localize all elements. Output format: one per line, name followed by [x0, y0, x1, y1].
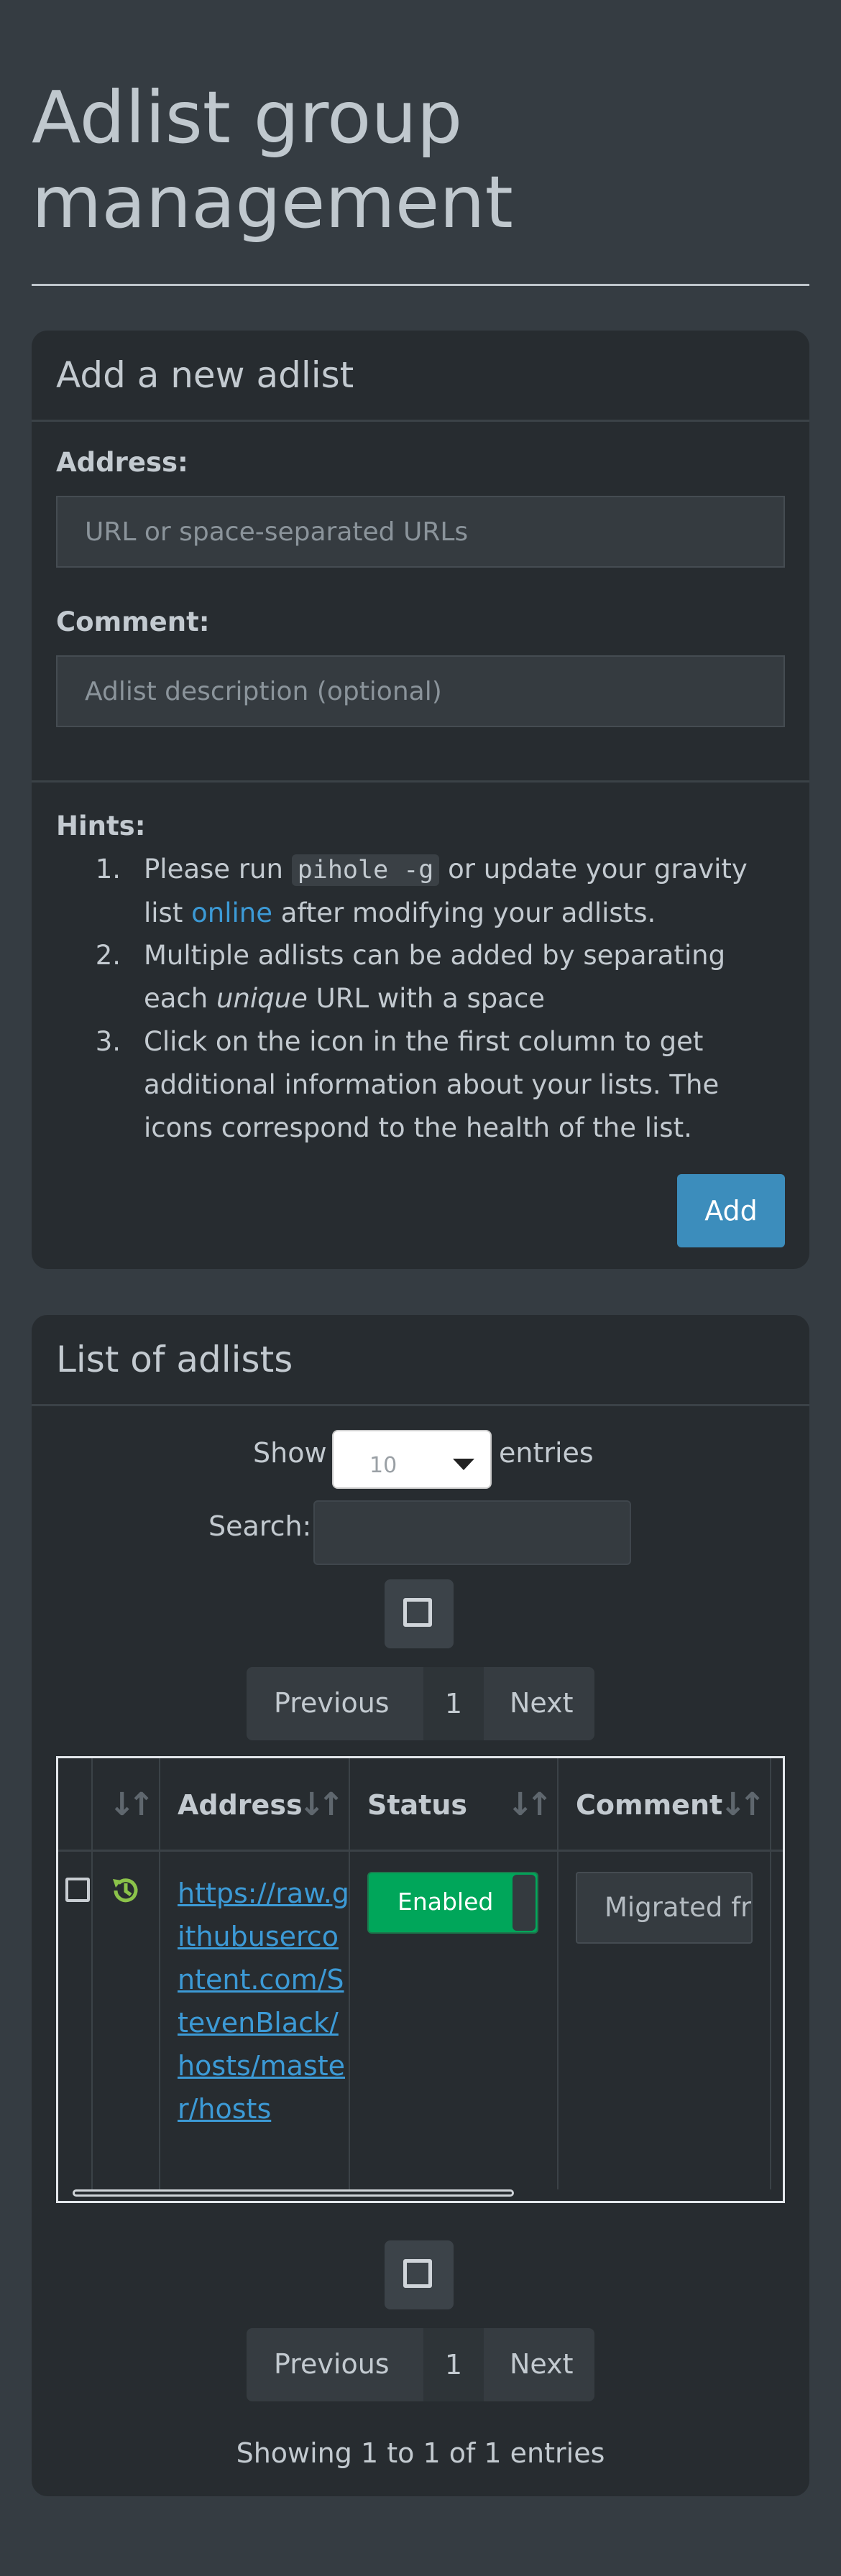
page-length-select[interactable]: 10: [332, 1430, 492, 1489]
page-title: Adlist group management: [32, 75, 513, 244]
add-adlist-title: Add a new adlist: [32, 331, 809, 422]
table-row-address-cell: https://raw.githubusercontent.com/Steven…: [160, 1852, 350, 2189]
address-input[interactable]: [56, 496, 785, 568]
chevron-down-icon: [453, 1459, 474, 1470]
checkbox-icon: [403, 2259, 432, 2288]
hint-emphasis: unique: [216, 983, 308, 1014]
form-divider: [32, 780, 809, 783]
select-all-button-bottom[interactable]: [385, 2240, 454, 2309]
search-label: Search:: [208, 1510, 312, 1542]
previous-page-button[interactable]: Previous: [274, 2348, 390, 2380]
toggle-knob: [513, 1875, 536, 1931]
hint-text: Multiple adlists can be added by separat…: [144, 934, 791, 1020]
next-page-button[interactable]: Next: [510, 1687, 574, 1719]
add-adlist-button[interactable]: Add: [677, 1174, 785, 1247]
hints-label: Hints:: [56, 811, 146, 841]
table-row-select-cell: [58, 1852, 93, 2189]
hint-code: pihole -g: [291, 854, 440, 886]
col-select-header: [58, 1758, 93, 1852]
pagination-bottom: Previous 1 Next: [247, 2328, 594, 2401]
hint-number: 1.: [95, 854, 121, 885]
search-input[interactable]: [313, 1500, 631, 1565]
col-extra-header: [771, 1758, 783, 1852]
page-length-value: 10: [369, 1453, 397, 1478]
col-health-header[interactable]: ↓↑: [93, 1758, 160, 1852]
horizontal-scrollbar[interactable]: [73, 2189, 514, 2197]
status-toggle[interactable]: Enabled: [367, 1872, 538, 1934]
hint-number: 2.: [95, 940, 121, 971]
adlist-table: ↓↑ Address ↓↑ Status ↓↑ Comment ↓↑ https…: [56, 1756, 785, 2203]
sort-arrows-icon: ↓↑: [109, 1786, 155, 1823]
table-row-status-cell: Enabled: [350, 1852, 559, 2189]
checkbox-icon: [403, 1598, 432, 1627]
table-info-text: Showing 1 to 1 of 1 entries: [236, 2437, 605, 2469]
add-adlist-box: Add a new adlist Address: Comment: Hints…: [32, 331, 809, 1269]
col-status-header[interactable]: Status ↓↑: [350, 1758, 559, 1852]
table-row-comment-cell: Migrated from /etc/pihole/adlists.list: [559, 1852, 771, 2189]
status-toggle-label: Enabled: [397, 1888, 494, 1916]
col-comment-label: Comment: [576, 1789, 723, 1821]
table-row-extra-cell: [771, 1852, 783, 2189]
select-all-button[interactable]: [385, 1579, 454, 1648]
row-checkbox[interactable]: [65, 1878, 90, 1902]
col-address-header[interactable]: Address ↓↑: [160, 1758, 350, 1852]
hint-text: Click on the icon in the first column to…: [144, 1026, 720, 1143]
hint-text-part: URL with a space: [307, 983, 546, 1014]
col-status-label: Status: [367, 1789, 468, 1821]
hint-text-part: after modifying your adlists.: [272, 897, 656, 928]
gravity-online-link[interactable]: online: [191, 897, 272, 928]
page: Adlist group management Add a new adlist…: [0, 0, 841, 2576]
sort-arrows-icon: ↓↑: [720, 1786, 766, 1823]
sort-arrows-icon: ↓↑: [507, 1786, 553, 1823]
comment-input[interactable]: [56, 655, 785, 727]
history-icon[interactable]: [109, 1873, 143, 1908]
adlist-table-title: List of adlists: [32, 1315, 809, 1406]
show-label: Show: [253, 1437, 327, 1469]
previous-page-button[interactable]: Previous: [274, 1687, 390, 1719]
hint-text: Please run pihole -g or update your grav…: [144, 848, 791, 935]
hint-text-part: Please run: [144, 854, 292, 885]
col-address-label: Address: [178, 1789, 303, 1821]
sort-arrows-icon: ↓↑: [298, 1786, 344, 1823]
address-label: Address:: [56, 447, 188, 478]
col-comment-header[interactable]: Comment ↓↑: [559, 1758, 771, 1852]
pagination-top: Previous 1 Next: [247, 1667, 594, 1740]
table-row-health-cell: [93, 1852, 160, 2189]
adlist-table-box: List of adlists Show 10 entries Search: …: [32, 1315, 809, 2496]
page-1-button[interactable]: 1: [423, 2328, 484, 2401]
entries-label: entries: [499, 1437, 594, 1469]
adlist-url-link[interactable]: https://raw.githubusercontent.com/Steven…: [178, 1872, 350, 2130]
next-page-button[interactable]: Next: [510, 2348, 574, 2380]
comment-label: Comment:: [56, 606, 210, 637]
title-divider: [32, 284, 809, 286]
comment-field[interactable]: Migrated from /etc/pihole/adlists.list: [576, 1872, 753, 1944]
page-1-button[interactable]: 1: [423, 1667, 484, 1740]
hint-number: 3.: [95, 1026, 121, 1057]
